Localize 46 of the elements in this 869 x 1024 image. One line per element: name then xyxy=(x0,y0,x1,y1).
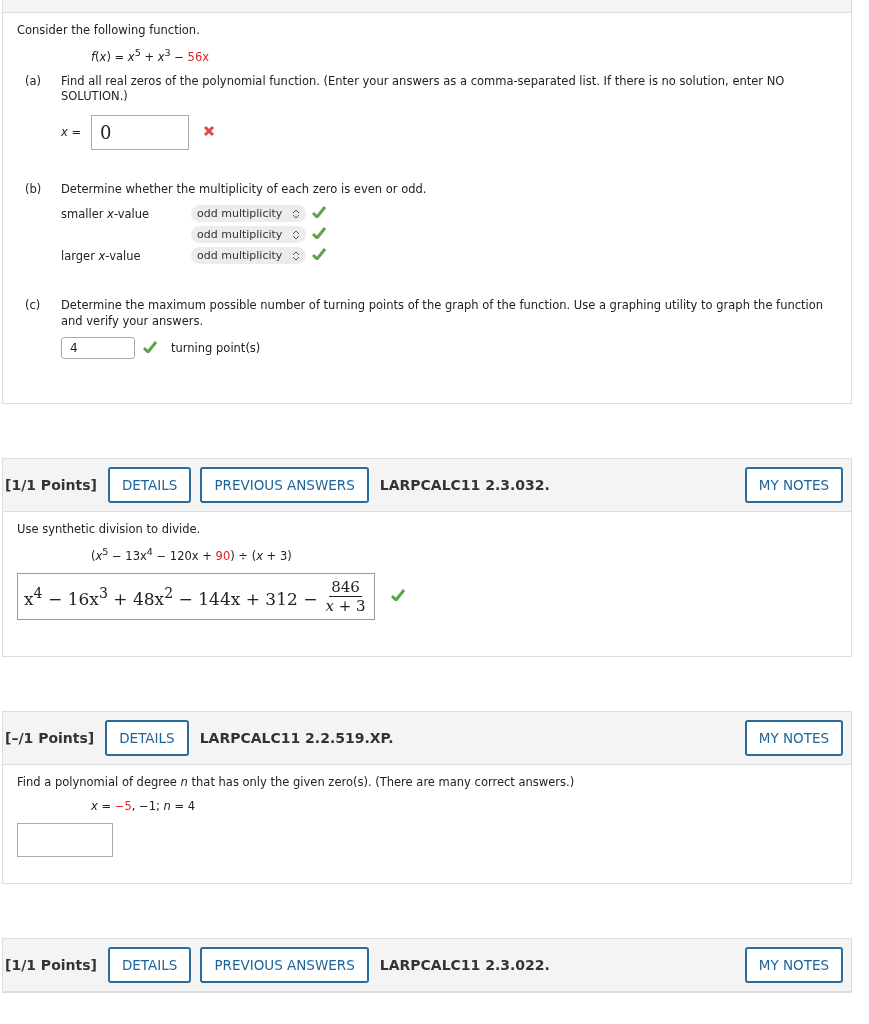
question-text: Use synthetic division to divide. xyxy=(17,522,202,537)
question-text: Find a polynomial of degree n that has only the given zero(s). (There are many correct answers.) xyxy=(17,775,576,790)
answer-field[interactable]: 4 xyxy=(61,337,135,360)
updown-icon xyxy=(292,208,301,219)
check-icon xyxy=(143,340,157,353)
unit-label: turning point(s) xyxy=(171,341,261,356)
cross-icon xyxy=(203,124,215,137)
problem-code: LARPCALC11 2.2.519.XP. xyxy=(199,730,395,747)
answer-field[interactable]: 0 xyxy=(91,114,189,150)
equation: x = −5, −1; n = 4 xyxy=(90,799,197,814)
points-label: [1/1 Points] xyxy=(5,957,97,974)
check-icon xyxy=(312,248,327,261)
points-label: [1/1 Points] xyxy=(5,477,97,494)
notes-button[interactable]: MY NOTES xyxy=(744,467,843,504)
question-text: Determine the maximum possible number of turning points of the graph of the function. Use a graphing utility to graph the function and verify your answers. xyxy=(61,298,825,330)
problem-code: LARPCALC11 2.3.022. xyxy=(379,957,551,974)
notes-button[interactable]: MY NOTES xyxy=(744,720,843,757)
header-button[interactable]: PREVIOUS ANSWERS xyxy=(200,467,369,504)
question-text: Determine whether the multiplicity of each zero is even or odd. xyxy=(61,181,428,198)
equation: (x$^{5}$ − 13x$^{4}$ − 120x + 90) ÷ (x + 3) xyxy=(90,546,293,564)
multiplicity-select[interactable]: odd multiplicity xyxy=(191,247,307,265)
answer-field[interactable] xyxy=(17,823,113,858)
header-button[interactable]: DETAILS xyxy=(107,467,192,504)
answer-field[interactable]: x$^{4}$ − 16x$^{3}$ + 48x$^{2}$ − 144x + 312 − 846 x + 3 xyxy=(17,573,375,621)
equation: f(x) = x$^{5}$ + x$^{3}$ − 56x xyxy=(90,47,210,64)
answer-label: x = xyxy=(61,125,83,140)
updown-icon xyxy=(292,250,301,261)
part-label: (c) xyxy=(25,298,42,315)
check-icon xyxy=(390,589,405,602)
notes-button[interactable]: MY NOTES xyxy=(744,947,843,984)
updown-icon xyxy=(292,229,301,240)
multiplicity-select[interactable]: odd multiplicity xyxy=(191,205,307,223)
header-button[interactable]: DETAILS xyxy=(105,720,189,757)
row-label: larger x-value xyxy=(61,248,141,263)
header-button[interactable]: DETAILS xyxy=(107,947,192,984)
check-icon xyxy=(312,206,327,219)
part-label: (b) xyxy=(25,181,43,198)
points-label: [–/1 Points] xyxy=(5,730,95,747)
question-text: Consider the following function. xyxy=(17,23,201,37)
check-icon xyxy=(312,227,327,240)
problem-code: LARPCALC11 2.3.032. xyxy=(379,477,551,494)
header-button[interactable]: PREVIOUS ANSWERS xyxy=(200,947,369,984)
multiplicity-select[interactable]: odd multiplicity xyxy=(191,226,307,244)
row-label: smaller x-value xyxy=(61,206,150,221)
part-label: (a) xyxy=(25,73,43,90)
question-text: Find all real zeros of the polynomial function. (Enter your answers as a comma-separated list. If there is no solution, enter NO SOLUTION.) xyxy=(61,73,786,105)
